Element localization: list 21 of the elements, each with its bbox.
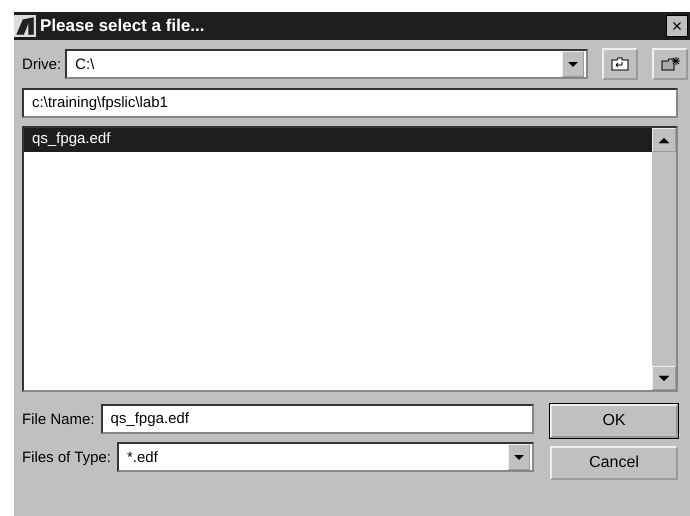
- ok-button[interactable]: OK: [550, 404, 678, 438]
- new-folder-icon: [660, 56, 680, 72]
- up-folder-icon: [610, 56, 630, 72]
- window-title: Please select a file...: [40, 16, 206, 36]
- file-name-field[interactable]: qs_fpga.edf: [100, 404, 534, 434]
- file-type-label: Files of Type:: [22, 448, 111, 466]
- file-type-dropdown[interactable]: *.edf: [116, 442, 534, 472]
- close-button[interactable]: ×: [666, 15, 688, 37]
- up-folder-button[interactable]: [602, 48, 638, 80]
- file-name-label: File Name:: [22, 410, 95, 428]
- file-item[interactable]: qs_fpga.edf: [24, 128, 652, 152]
- dropdown-arrow-icon[interactable]: [562, 51, 584, 77]
- drive-dropdown[interactable]: C:\: [65, 49, 588, 79]
- new-folder-button[interactable]: [652, 48, 688, 80]
- scrollbar[interactable]: [652, 128, 676, 390]
- scroll-down-icon[interactable]: [652, 366, 676, 390]
- cancel-button[interactable]: Cancel: [550, 446, 678, 480]
- scroll-up-icon[interactable]: [652, 128, 676, 152]
- dropdown-arrow-icon[interactable]: [508, 444, 530, 470]
- drive-label: Drive:: [22, 56, 62, 72]
- path-field[interactable]: c:\training\fpslic\lab1: [22, 88, 678, 118]
